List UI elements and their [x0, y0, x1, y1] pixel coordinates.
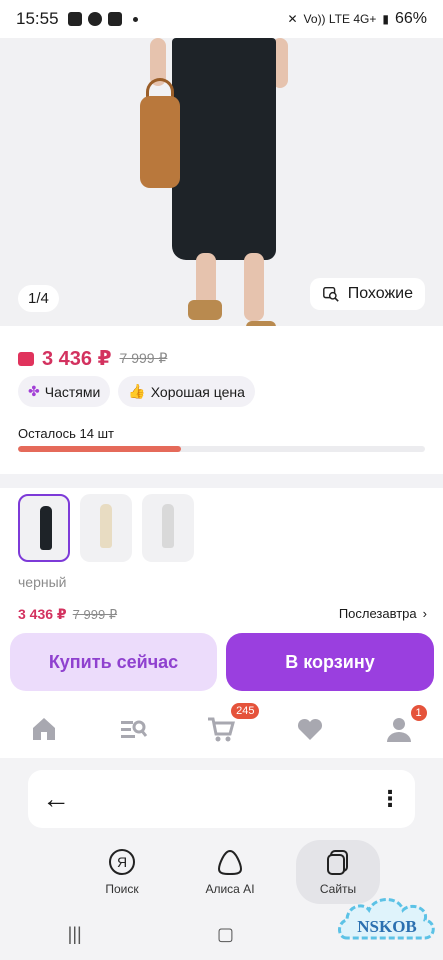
variant-thumb-beige[interactable] [80, 494, 132, 562]
status-bar: 15:55 ✕ Vo)) LTE 4G+ ▮ 66% [0, 0, 443, 38]
alice-icon [216, 848, 244, 876]
browser-search[interactable]: Я Поиск [80, 840, 164, 904]
battery-level: 66% [394, 10, 427, 27]
badges: ✤ Частями 👍 Хорошая цена [18, 376, 255, 407]
buy-bar: 3 436 ₽ 7 999 ₽ Послезавтра › Купить сей… [0, 600, 443, 700]
buy-bar-old-price: 7 999 ₽ [72, 606, 118, 622]
variant-thumb-white[interactable] [142, 494, 194, 562]
stock-progress [18, 446, 425, 452]
add-to-cart-button[interactable]: В корзину [226, 633, 434, 691]
recent-apps-icon[interactable]: ||| [68, 924, 82, 945]
variant-figure [100, 504, 112, 548]
wallet-icon [18, 351, 34, 366]
stock-progress-fill [18, 446, 181, 452]
profile-icon [386, 718, 411, 742]
buy-now-button[interactable]: Купить сейчас [10, 633, 217, 691]
chip-label: Хорошая цена [150, 383, 245, 400]
back-arrow-icon[interactable]: ← [42, 783, 74, 815]
photo-sandal [188, 300, 222, 320]
browser-search-label: Поиск [105, 882, 139, 896]
home-button-icon[interactable]: ▢ [217, 924, 234, 945]
network-indicator: Vo)) LTE 4G+ [303, 12, 377, 26]
cart-icon [208, 717, 236, 742]
stock-label: Осталось 14 шт [18, 426, 114, 441]
home-icon [33, 718, 56, 740]
delivery-label: Послезавтра [338, 606, 417, 621]
tab-profile[interactable]: 1 [379, 705, 427, 749]
buy-bar-price: 3 436 ₽ 7 999 ₽ [18, 606, 117, 623]
price-row: 3 436 ₽ 7 999 ₽ [18, 346, 167, 371]
browser-alice-label: Алиса AI [205, 882, 255, 896]
yandex-icon: Я [108, 848, 136, 876]
status-time: 15:55 [16, 9, 59, 28]
more-vertical-icon[interactable]: ⋮ [379, 786, 401, 812]
thumbs-up-icon: 👍 [128, 383, 146, 399]
browser-bar: ← ⋮ Я Поиск Алиса AI Сайты ||| ▢ ‹ NSKOB [0, 758, 443, 960]
good-price-chip[interactable]: 👍 Хорошая цена [118, 376, 255, 407]
color-name: черный [18, 574, 67, 590]
color-variants: черный [0, 488, 443, 600]
message-icon [87, 12, 102, 26]
address-bar[interactable]: ← ⋮ [28, 770, 415, 828]
photo-bag [140, 96, 180, 188]
watermark-logo: NSKOB [338, 898, 435, 940]
section-divider [0, 474, 443, 488]
image-counter: 1/4 [18, 285, 59, 312]
product-photo[interactable]: 1/4 Похожие [0, 38, 443, 328]
installments-chip[interactable]: ✤ Частями [18, 376, 111, 407]
app-notification-icon [67, 12, 82, 26]
variant-figure [40, 506, 52, 550]
photo-skirt [172, 38, 276, 260]
buy-bar-current-price: 3 436 ₽ [18, 606, 67, 622]
current-price: 3 436 ₽ [42, 348, 112, 370]
svg-text:NSKOB: NSKOB [357, 917, 417, 936]
browser-alice[interactable]: Алиса AI [188, 840, 272, 904]
chip-label: Частями [44, 383, 101, 400]
mute-icon: ✕ [287, 12, 298, 26]
delivery-info[interactable]: Послезавтра › [339, 606, 427, 621]
old-price: 7 999 ₽ [119, 350, 168, 366]
price-card: 3 436 ₽ 7 999 ₽ ✤ Частями 👍 Хорошая цена… [0, 326, 443, 474]
similar-button[interactable]: Похожие [309, 278, 425, 310]
chevron-right-icon: › [422, 606, 427, 621]
check-icon [107, 12, 122, 26]
variant-thumbs [18, 494, 194, 562]
tab-home[interactable] [24, 709, 64, 749]
tab-catalog[interactable] [113, 709, 153, 749]
more-notifications-dot [132, 16, 138, 22]
tab-cart[interactable]: 245 [201, 703, 260, 749]
image-search-icon [322, 286, 339, 302]
signal-icon: ▮ [382, 12, 389, 26]
photo-leg [244, 253, 264, 321]
heart-icon [298, 718, 323, 740]
similar-label: Похожие [347, 285, 413, 302]
profile-badge: 1 [410, 705, 427, 721]
tab-favorites[interactable] [290, 709, 330, 749]
app-tab-bar: 245 1 [0, 700, 443, 758]
catalog-search-icon [120, 720, 148, 738]
flower-icon: ✤ [28, 383, 40, 399]
cart-badge: 245 [231, 703, 260, 719]
status-right: ✕ Vo)) LTE 4G+ ▮ 66% [287, 10, 427, 28]
svg-text:Я: Я [117, 854, 127, 870]
tabs-icon [324, 848, 352, 876]
variant-thumb-black[interactable] [18, 494, 70, 562]
variant-figure [162, 504, 174, 548]
